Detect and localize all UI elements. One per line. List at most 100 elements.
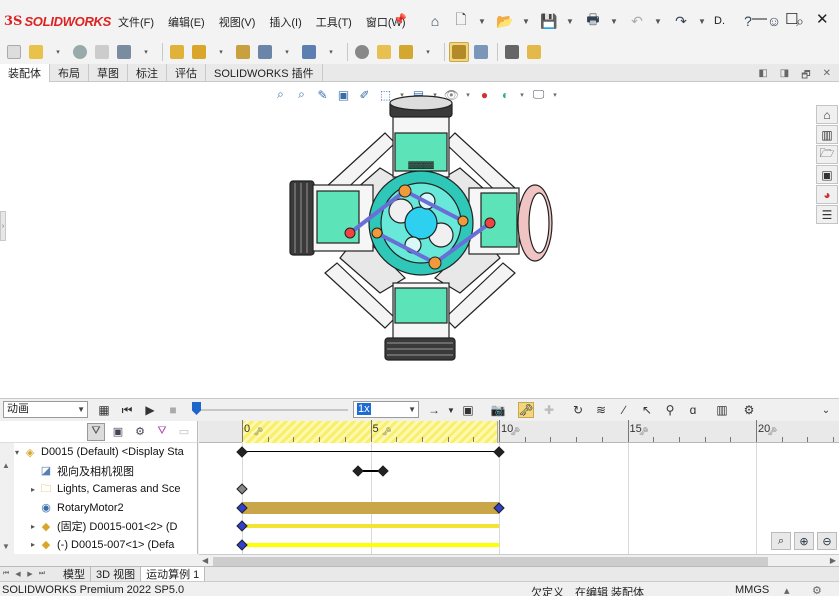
scroll-thumb[interactable] <box>213 557 768 566</box>
chevron-down-icon[interactable]: ▼ <box>564 10 576 32</box>
play-from-start-icon[interactable]: ⏮ <box>119 402 135 418</box>
home-icon[interactable]: ⌂ <box>424 10 446 32</box>
linear-pattern-icon[interactable] <box>114 42 134 62</box>
command-tab-3[interactable]: 标注 <box>128 64 167 82</box>
solidworks-resources-icon[interactable]: ⌂ <box>816 105 838 124</box>
filter-animated-icon[interactable]: ⛛ <box>87 422 105 441</box>
mate-icon[interactable] <box>70 42 90 62</box>
chevron-down-icon[interactable]: ▼ <box>652 10 664 32</box>
key-point[interactable] <box>236 446 248 458</box>
menu-item-2[interactable]: 视图(V) <box>219 14 256 30</box>
damper-icon[interactable]: ∕ <box>616 402 632 418</box>
force-icon[interactable]: ↖ <box>639 402 655 418</box>
key-point[interactable] <box>236 483 248 495</box>
tree-row[interactable]: ▸ ◆ (-) D0015-007<1> (Defa <box>0 536 198 554</box>
status-settings-icon[interactable]: ⚙ <box>812 584 822 596</box>
filter-driving-icon[interactable]: ▣ <box>109 423 127 441</box>
chevron-down-icon[interactable]: ▼ <box>443 402 459 418</box>
menu-item-1[interactable]: 编辑(E) <box>168 14 205 30</box>
close-icon[interactable]: ✕ <box>816 10 829 28</box>
filter-results-icon[interactable]: ⛛ <box>153 423 171 441</box>
scroll-right-icon[interactable]: ▶ <box>830 556 836 565</box>
move-component-icon[interactable] <box>189 42 209 62</box>
unit-system[interactable]: MMGS <box>735 584 769 596</box>
smart-fasteners-icon[interactable] <box>167 42 187 62</box>
open-icon[interactable]: 📂 <box>494 10 516 32</box>
timeline-area[interactable]: 0 🗝 5 🗝 10 🗝 15 🗝 20 🗝 <box>199 420 839 554</box>
appearances-icon[interactable]: ◕ <box>816 185 838 204</box>
chevron-down-icon[interactable]: ▾ <box>277 42 297 62</box>
document-tab-0[interactable]: 模型 <box>58 566 91 582</box>
command-tab-5[interactable]: SOLIDWORKS 插件 <box>206 64 323 82</box>
chevron-down-icon[interactable]: ▼ <box>476 10 488 32</box>
playback-slider-track[interactable] <box>193 409 348 411</box>
menu-item-4[interactable]: 工具(T) <box>316 14 352 30</box>
collapse-all-icon[interactable]: ▭ <box>175 423 193 441</box>
tree-row[interactable]: ▾ ◈ D0015 (Default) <Display Sta <box>0 443 198 461</box>
file-explorer-icon[interactable]: 🗁 <box>816 145 838 164</box>
motor-time-bar[interactable] <box>242 501 499 514</box>
assembly-features-icon[interactable] <box>255 42 275 62</box>
expand-toggle-icon[interactable]: ▸ <box>28 522 38 531</box>
document-tab-1[interactable]: 3D 视图 <box>91 566 142 582</box>
calculate-icon[interactable]: ▦ <box>96 402 112 418</box>
prev-tab-icon[interactable]: ◀ <box>12 568 24 581</box>
tree-scrollbar[interactable]: ▲ ▼ <box>0 443 14 554</box>
chevron-down-icon[interactable]: ▼ <box>608 10 620 32</box>
next-tab-icon[interactable]: ▶ <box>24 568 36 581</box>
contact-icon[interactable]: ⚲ <box>662 402 678 418</box>
large-assembly-icon[interactable] <box>524 42 544 62</box>
chevron-up-icon[interactable]: ▴ <box>784 584 790 596</box>
new-document-icon[interactable]: 🗋 <box>450 10 472 32</box>
tree-row[interactable]: ◪ 视向及相机视图 <box>0 462 198 480</box>
first-tab-icon[interactable]: ⏮ <box>0 568 12 581</box>
save-icon[interactable]: 💾 <box>538 10 560 32</box>
play-icon[interactable]: ▶ <box>142 402 158 418</box>
feature-manager-toggle[interactable]: › <box>0 211 6 241</box>
add-update-key-icon[interactable]: ✚ <box>541 402 557 418</box>
scroll-up-icon[interactable]: ▲ <box>2 461 10 470</box>
zoom-in-timeline-icon[interactable]: ⊕ <box>794 532 814 550</box>
chevron-down-icon[interactable]: ▾ <box>418 42 438 62</box>
save-animation-icon[interactable]: ▣ <box>460 402 476 418</box>
edit-component-icon[interactable] <box>4 42 24 62</box>
key-point[interactable] <box>377 464 390 477</box>
assembly-model[interactable]: ▓▓▓▓▓ <box>285 93 555 368</box>
animation-wizard-icon[interactable]: 📷 <box>490 402 506 418</box>
last-tab-icon[interactable]: ⏭ <box>36 568 48 581</box>
pin-icon[interactable]: 📌 <box>393 13 407 26</box>
component-preview-icon[interactable] <box>92 42 112 62</box>
chevron-down-icon[interactable]: ▼ <box>520 10 532 32</box>
spring-icon[interactable]: ≋ <box>593 402 609 418</box>
exploded-view-icon[interactable] <box>396 42 416 62</box>
take-snapshot-icon[interactable] <box>502 42 522 62</box>
chevron-down-icon[interactable]: ▾ <box>211 42 231 62</box>
key-point[interactable] <box>493 446 505 458</box>
autokey-icon[interactable]: 🗝 <box>518 402 534 418</box>
expand-toggle-icon[interactable]: ▸ <box>28 485 38 494</box>
study-type-select[interactable]: 动画 ▼ <box>3 401 88 418</box>
tree-row[interactable]: ▸ ◆ (固定) D0015-001<2> (D <box>0 517 198 535</box>
timeline-ruler[interactable]: 0 🗝 5 🗝 10 🗝 15 🗝 20 🗝 <box>199 420 839 443</box>
expand-toggle-icon[interactable]: ▸ <box>28 540 38 549</box>
reference-geometry-icon[interactable] <box>299 42 319 62</box>
insert-components-icon[interactable] <box>26 42 46 62</box>
motion-study-properties-icon[interactable]: ⚙ <box>741 402 757 418</box>
chevron-down-icon[interactable]: ▾ <box>48 42 68 62</box>
motor-icon[interactable]: ↻ <box>570 402 586 418</box>
key-point[interactable] <box>236 538 248 551</box>
component-time-bar[interactable] <box>242 542 499 547</box>
custom-properties-icon[interactable]: ☰ <box>816 205 838 224</box>
menu-item-3[interactable]: 插入(I) <box>269 14 301 30</box>
timeline-track-line[interactable] <box>242 451 499 452</box>
zoom-to-fit-timeline-icon[interactable]: ⌕ <box>771 532 791 550</box>
minimize-icon[interactable]: — <box>752 10 767 27</box>
chevron-down-icon[interactable]: ▼ <box>696 10 708 32</box>
scroll-left-icon[interactable]: ◀ <box>202 556 208 565</box>
playback-speed-select[interactable]: 1x ▼ <box>353 401 419 418</box>
command-tab-2[interactable]: 草图 <box>89 64 128 82</box>
key-point[interactable] <box>351 464 364 477</box>
rebuild-icon[interactable]: ↷ <box>670 10 692 32</box>
chevron-down-icon[interactable]: ▾ <box>136 42 156 62</box>
command-tab-4[interactable]: 评估 <box>167 64 206 82</box>
